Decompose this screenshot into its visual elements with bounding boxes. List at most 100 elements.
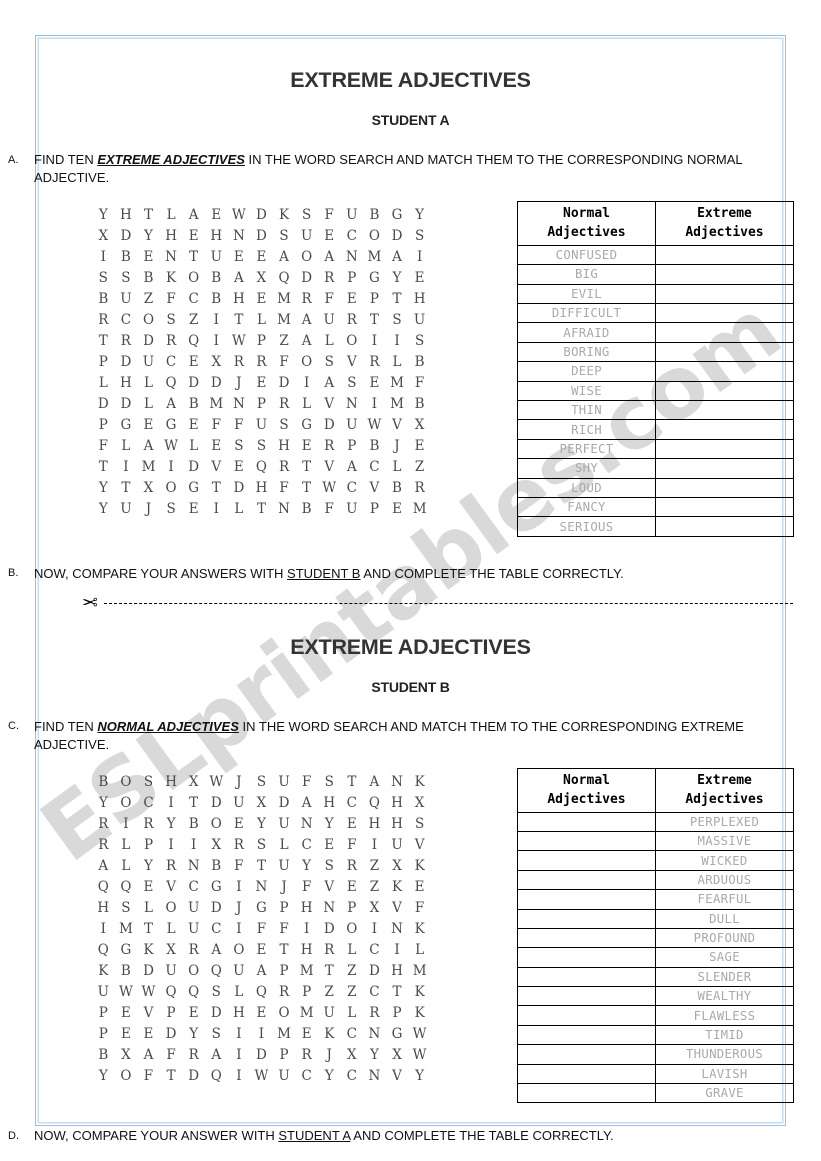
grid-letter: P (143, 836, 154, 853)
grid-letter: V (143, 1004, 154, 1021)
grid-letter: E (120, 1004, 131, 1021)
table-a-header-normal-line2: Adjectives (547, 225, 626, 241)
grid-letter: L (279, 836, 289, 853)
grid-letter: S (302, 206, 312, 223)
grid-letter: X (98, 227, 109, 244)
grid-letter: R (278, 983, 290, 1000)
grid-letter: N (300, 815, 313, 832)
grid-letter: E (211, 206, 222, 223)
cell-extreme-blank[interactable] (655, 341, 794, 363)
cell-normal-blank[interactable] (517, 966, 656, 988)
grid-letter: U (165, 962, 177, 979)
grid-letter: Y (98, 794, 108, 811)
cell-extreme-blank[interactable] (655, 322, 794, 343)
cell-extreme-blank[interactable] (655, 283, 794, 305)
grid-letter: O (188, 269, 200, 286)
grid-letter: Q (120, 878, 132, 895)
grid-letter: D (188, 458, 200, 475)
cell-extreme-filled: WICKED (655, 850, 794, 871)
cell-normal-blank[interactable] (517, 947, 656, 968)
grid-letter: K (414, 920, 425, 937)
cell-extreme-blank[interactable] (655, 477, 794, 498)
cell-extreme-blank[interactable] (655, 380, 794, 402)
table-row: TIMID (517, 1024, 794, 1046)
table-row: THUNDEROUS (517, 1044, 794, 1065)
cell-extreme-blank[interactable] (655, 303, 794, 324)
cell-normal-blank[interactable] (517, 1063, 656, 1085)
cell-extreme-blank[interactable] (655, 516, 794, 537)
grid-letter: M (209, 395, 224, 412)
instruction-a-letter: A. (8, 153, 19, 166)
instruction-a-emphasis: EXTREME ADJECTIVES (97, 152, 245, 167)
grid-letter: H (391, 962, 403, 979)
grid-letter: R (369, 353, 380, 370)
grid-letter: L (144, 374, 153, 391)
grid-letter: P (279, 962, 289, 979)
cut-line-row: ✂ (0, 583, 821, 614)
instruction-d: D. NOW, COMPARE YOUR ANSWER WITH STUDENT… (0, 1103, 821, 1145)
grid-letter: Y (324, 815, 334, 832)
grid-letter: I (236, 1046, 242, 1063)
grid-letter: E (414, 878, 425, 895)
grid-letter: P (279, 899, 289, 916)
cell-normal-blank[interactable] (517, 850, 656, 871)
cell-extreme-blank[interactable] (655, 244, 794, 266)
cell-normal-blank[interactable] (517, 1083, 656, 1104)
grid-letter: S (324, 857, 334, 874)
grid-letter: E (233, 815, 244, 832)
cell-normal-blank[interactable] (517, 1024, 656, 1046)
grid-letter: T (256, 857, 266, 874)
cell-normal-blank[interactable] (517, 986, 656, 1007)
grid-letter: O (142, 311, 155, 328)
cell-extreme-blank[interactable] (655, 361, 794, 382)
cell-normal-blank[interactable] (517, 889, 656, 910)
grid-letter: I (303, 920, 310, 937)
table-row: SHY (517, 458, 794, 479)
grid-letter: K (414, 857, 425, 874)
table-row: WICKED (517, 850, 794, 871)
cell-normal-blank[interactable] (517, 1005, 656, 1026)
grid-letter: D (301, 269, 313, 286)
grid-letter: E (256, 248, 267, 265)
grid-letter: W (231, 332, 246, 349)
grid-letter: Q (165, 374, 177, 391)
cell-extreme-blank[interactable] (655, 419, 794, 440)
grid-letter: H (368, 815, 381, 832)
cell-normal-filled: DEEP (517, 361, 656, 382)
grid-letter: Q (368, 794, 380, 811)
instruction-a-part1: FIND TEN (34, 152, 98, 167)
cell-normal-blank[interactable] (517, 811, 656, 832)
grid-letter: B (414, 353, 425, 370)
cell-extreme-blank[interactable] (655, 438, 794, 460)
grid-letter: H (232, 290, 245, 307)
grid-letter: E (143, 1025, 154, 1042)
cell-extreme-blank[interactable] (655, 399, 794, 421)
instruction-b-text: NOW, COMPARE YOUR ANSWERS WITH STUDENT B… (34, 565, 821, 583)
grid-letter: S (121, 269, 131, 286)
cell-normal-blank[interactable] (517, 830, 656, 852)
grid-letter: P (256, 395, 266, 412)
grid-letter: O (368, 227, 380, 244)
cell-extreme-blank[interactable] (655, 264, 794, 285)
grid-letter: R (165, 332, 177, 349)
grid-letter: B (120, 248, 131, 265)
cell-normal-blank[interactable] (517, 1044, 656, 1065)
grid-letter: H (413, 290, 426, 307)
grid-letter: A (346, 458, 357, 475)
grid-letter: D (278, 794, 290, 811)
grid-letter: A (256, 962, 267, 979)
grid-letter: Y (302, 857, 312, 874)
grid-letter: M (299, 962, 314, 979)
cell-normal-blank[interactable] (517, 927, 656, 949)
grid-letter: Q (255, 983, 267, 1000)
cell-extreme-blank[interactable] (655, 458, 794, 479)
grid-letter: Y (415, 206, 425, 223)
cell-extreme-blank[interactable] (655, 496, 794, 518)
table-row: FANCY (517, 496, 794, 518)
cell-normal-blank[interactable] (517, 908, 656, 929)
table-row: DULL (517, 908, 794, 929)
grid-letter: B (143, 269, 154, 286)
cell-normal-blank[interactable] (517, 869, 656, 891)
grid-letter: V (346, 353, 357, 370)
grid-letter: K (143, 941, 154, 958)
